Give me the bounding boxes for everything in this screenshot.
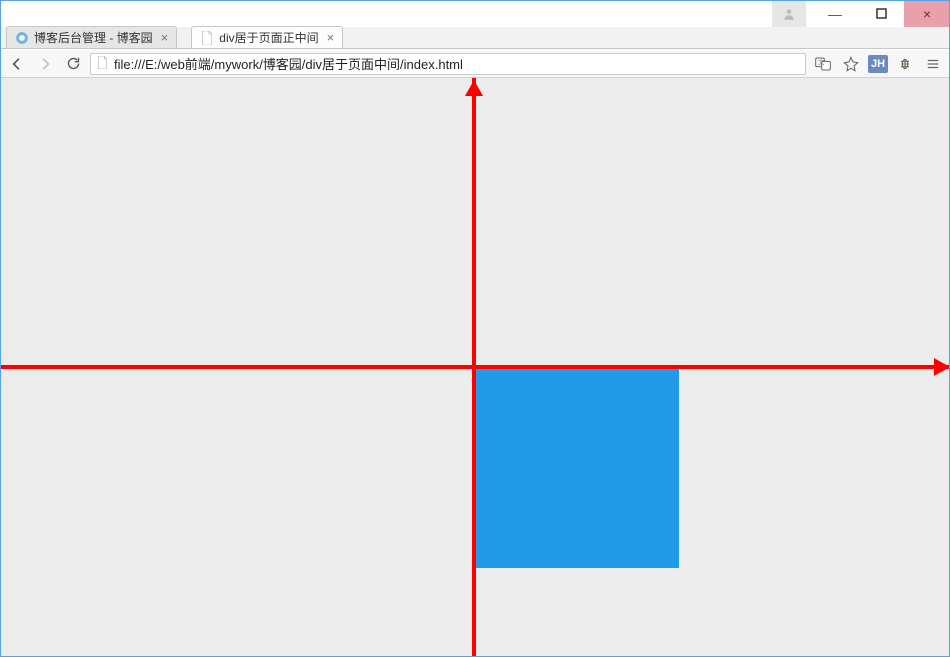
- tab-label: div居于页面正中间: [219, 29, 318, 46]
- address-bar[interactable]: file:///E:/web前端/mywork/博客园/div居于页面中间/in…: [90, 53, 806, 75]
- reload-button[interactable]: [62, 53, 84, 75]
- menu-icon[interactable]: [922, 53, 944, 75]
- tab-cnblogs-admin[interactable]: 博客后台管理 - 博客园 ×: [6, 26, 177, 48]
- window-titlebar: — ×: [0, 0, 950, 28]
- x-axis-arrowhead-icon: [934, 358, 949, 376]
- jh-extension-icon[interactable]: JH: [868, 55, 888, 73]
- svg-text:文: 文: [818, 58, 824, 66]
- close-button[interactable]: ×: [904, 0, 950, 28]
- minimize-button[interactable]: —: [812, 0, 858, 28]
- user-icon[interactable]: [772, 0, 806, 28]
- url-text: file:///E:/web前端/mywork/博客园/div居于页面中间/in…: [114, 54, 799, 73]
- tab-close-icon[interactable]: ×: [161, 30, 169, 45]
- back-button[interactable]: [6, 53, 28, 75]
- cnblogs-icon: [15, 31, 29, 45]
- file-icon: [97, 56, 108, 72]
- file-icon: [200, 31, 214, 45]
- bug-icon[interactable]: [894, 53, 916, 75]
- tab-label: 博客后台管理 - 博客园: [34, 29, 153, 46]
- star-icon[interactable]: [840, 53, 862, 75]
- close-label: ×: [923, 6, 931, 22]
- minimize-label: —: [828, 6, 842, 22]
- jh-label: JH: [871, 58, 885, 70]
- page-viewport: [1, 78, 949, 656]
- tab-strip: 博客后台管理 - 博客园 × div居于页面正中间 ×: [0, 27, 950, 49]
- maximize-button[interactable]: [858, 0, 904, 28]
- y-axis-arrowhead-icon: [465, 80, 483, 96]
- tab-div-center[interactable]: div居于页面正中间 ×: [191, 26, 343, 48]
- translate-icon[interactable]: 文: [812, 53, 834, 75]
- centered-div: [476, 369, 679, 568]
- y-axis: [472, 78, 476, 656]
- browser-toolbar: file:///E:/web前端/mywork/博客园/div居于页面中间/in…: [0, 50, 950, 78]
- forward-button[interactable]: [34, 53, 56, 75]
- tab-close-icon[interactable]: ×: [327, 30, 335, 45]
